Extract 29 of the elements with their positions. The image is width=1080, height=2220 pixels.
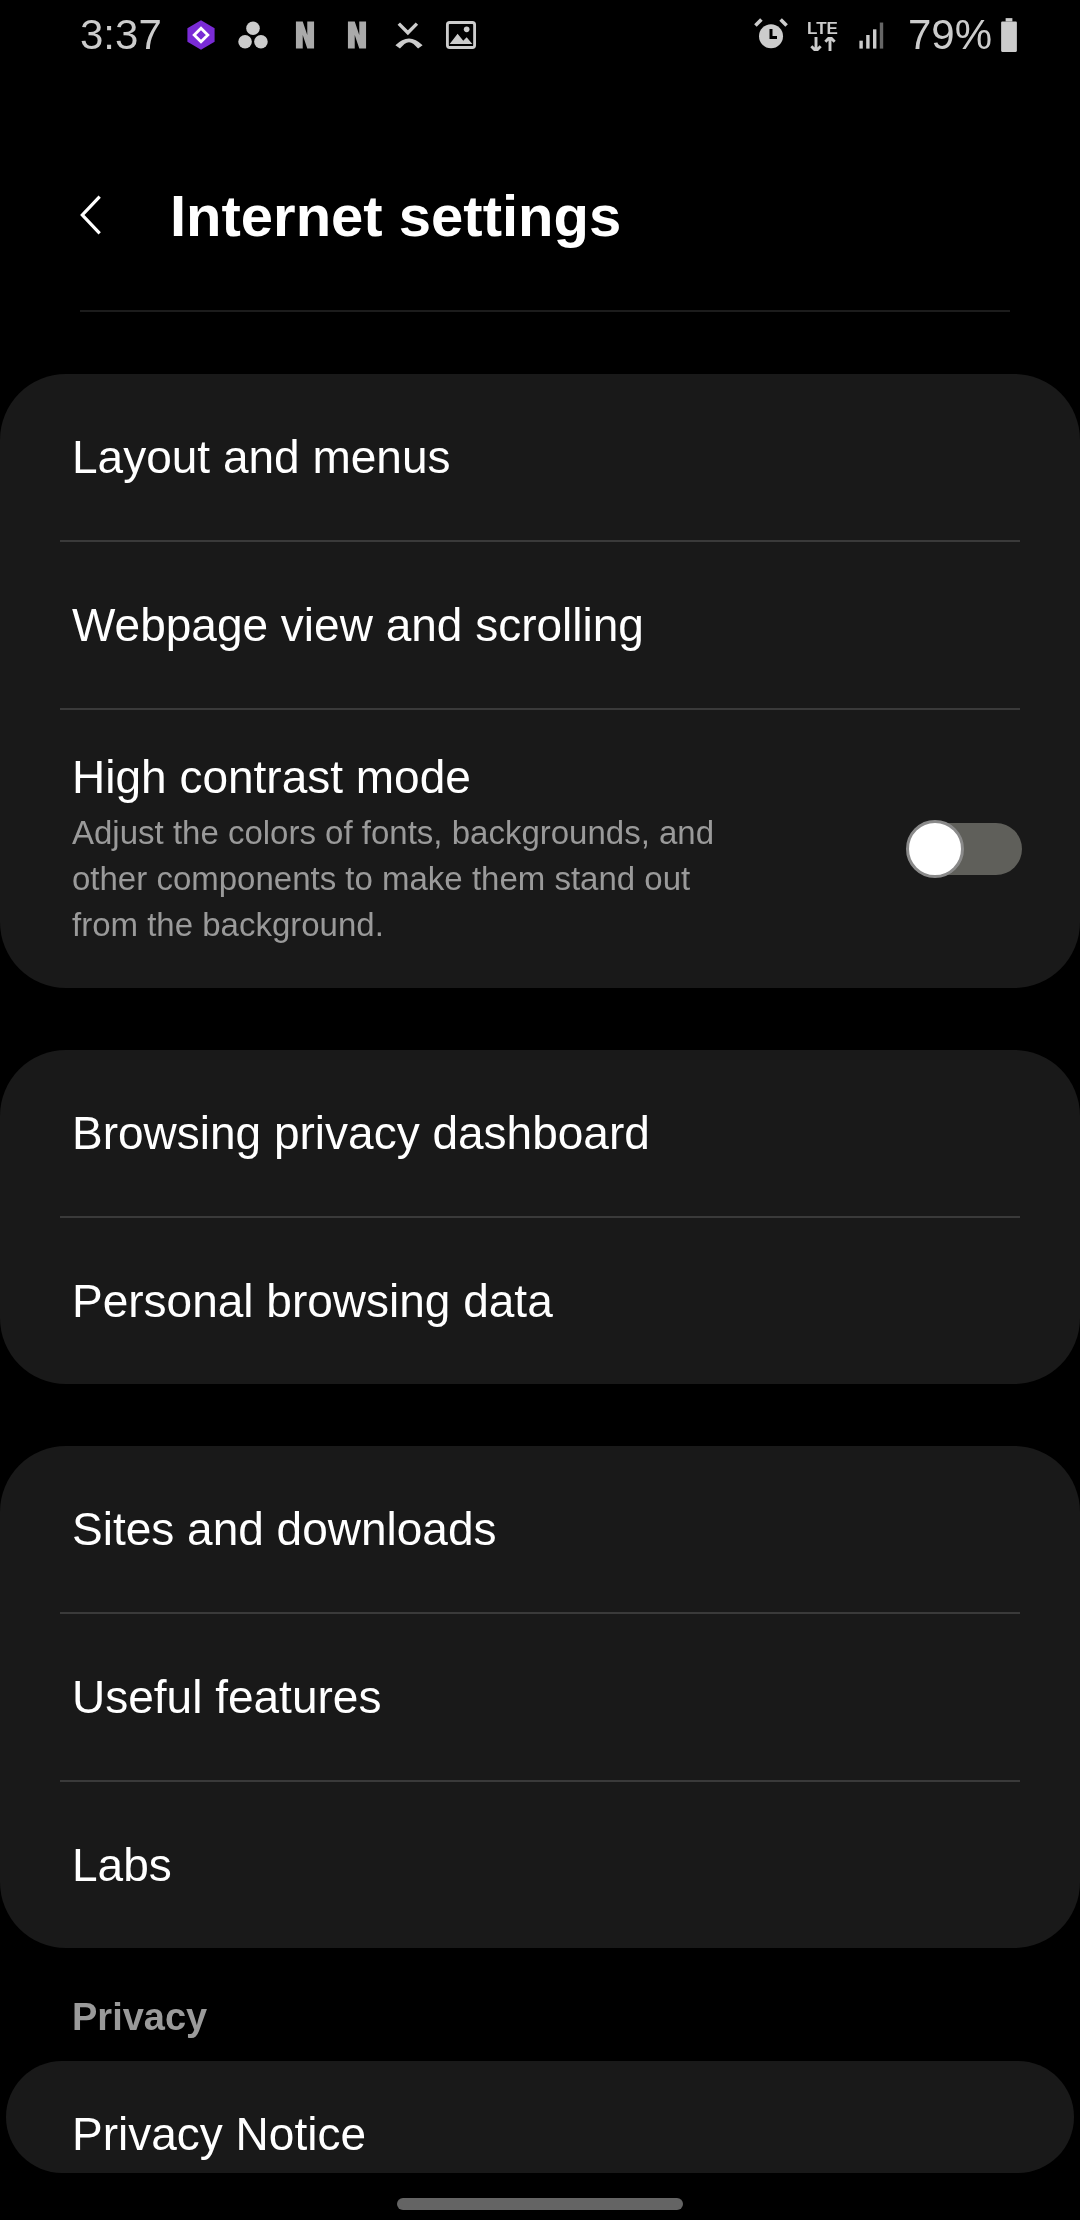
settings-item[interactable]: Layout and menus — [0, 374, 1080, 540]
settings-item[interactable]: Sites and downloads — [0, 1446, 1080, 1612]
settings-item[interactable]: Labs — [0, 1782, 1080, 1948]
network-type: LTE — [807, 19, 838, 37]
battery-percentage: 79% — [907, 11, 992, 59]
item-title: Useful features — [72, 1670, 383, 1724]
item-title: High contrast mode — [72, 750, 472, 804]
image-icon — [443, 18, 478, 52]
settings-item[interactable]: Useful features — [0, 1614, 1080, 1780]
item-title: Labs — [72, 1838, 173, 1892]
item-title: Webpage view and scrolling — [72, 598, 645, 652]
data-arrows-icon — [808, 36, 837, 51]
dots-notification-icon — [235, 18, 270, 52]
status-time: 3:37 — [80, 11, 162, 59]
item-title: Privacy Notice — [72, 2107, 367, 2161]
page-title: Internet settings — [170, 181, 622, 249]
toggle-switch[interactable] — [906, 819, 1022, 879]
item-title: Sites and downloads — [72, 1502, 498, 1556]
settings-item[interactable]: Browsing privacy dashboard — [0, 1050, 1080, 1216]
settings-item[interactable]: High contrast mode Adjust the colors of fonts, backgrounds, and other components to make them stand out from the background. — [0, 710, 1080, 988]
settings-item[interactable]: Privacy Notice — [6, 2061, 1074, 2161]
settings-item[interactable]: Webpage view and scrolling — [0, 542, 1080, 708]
item-title: Browsing privacy dashboard — [72, 1106, 651, 1160]
item-title: Personal browsing data — [72, 1274, 554, 1328]
settings-item[interactable]: Personal browsing data — [0, 1218, 1080, 1384]
item-title: Layout and menus — [72, 430, 452, 484]
section-header: Privacy — [71, 1995, 209, 2039]
item-description: Adjust the colors of fonts, backgrounds, and other components to make them stand out from the background. — [72, 813, 716, 945]
battery-icon — [1000, 18, 1018, 52]
